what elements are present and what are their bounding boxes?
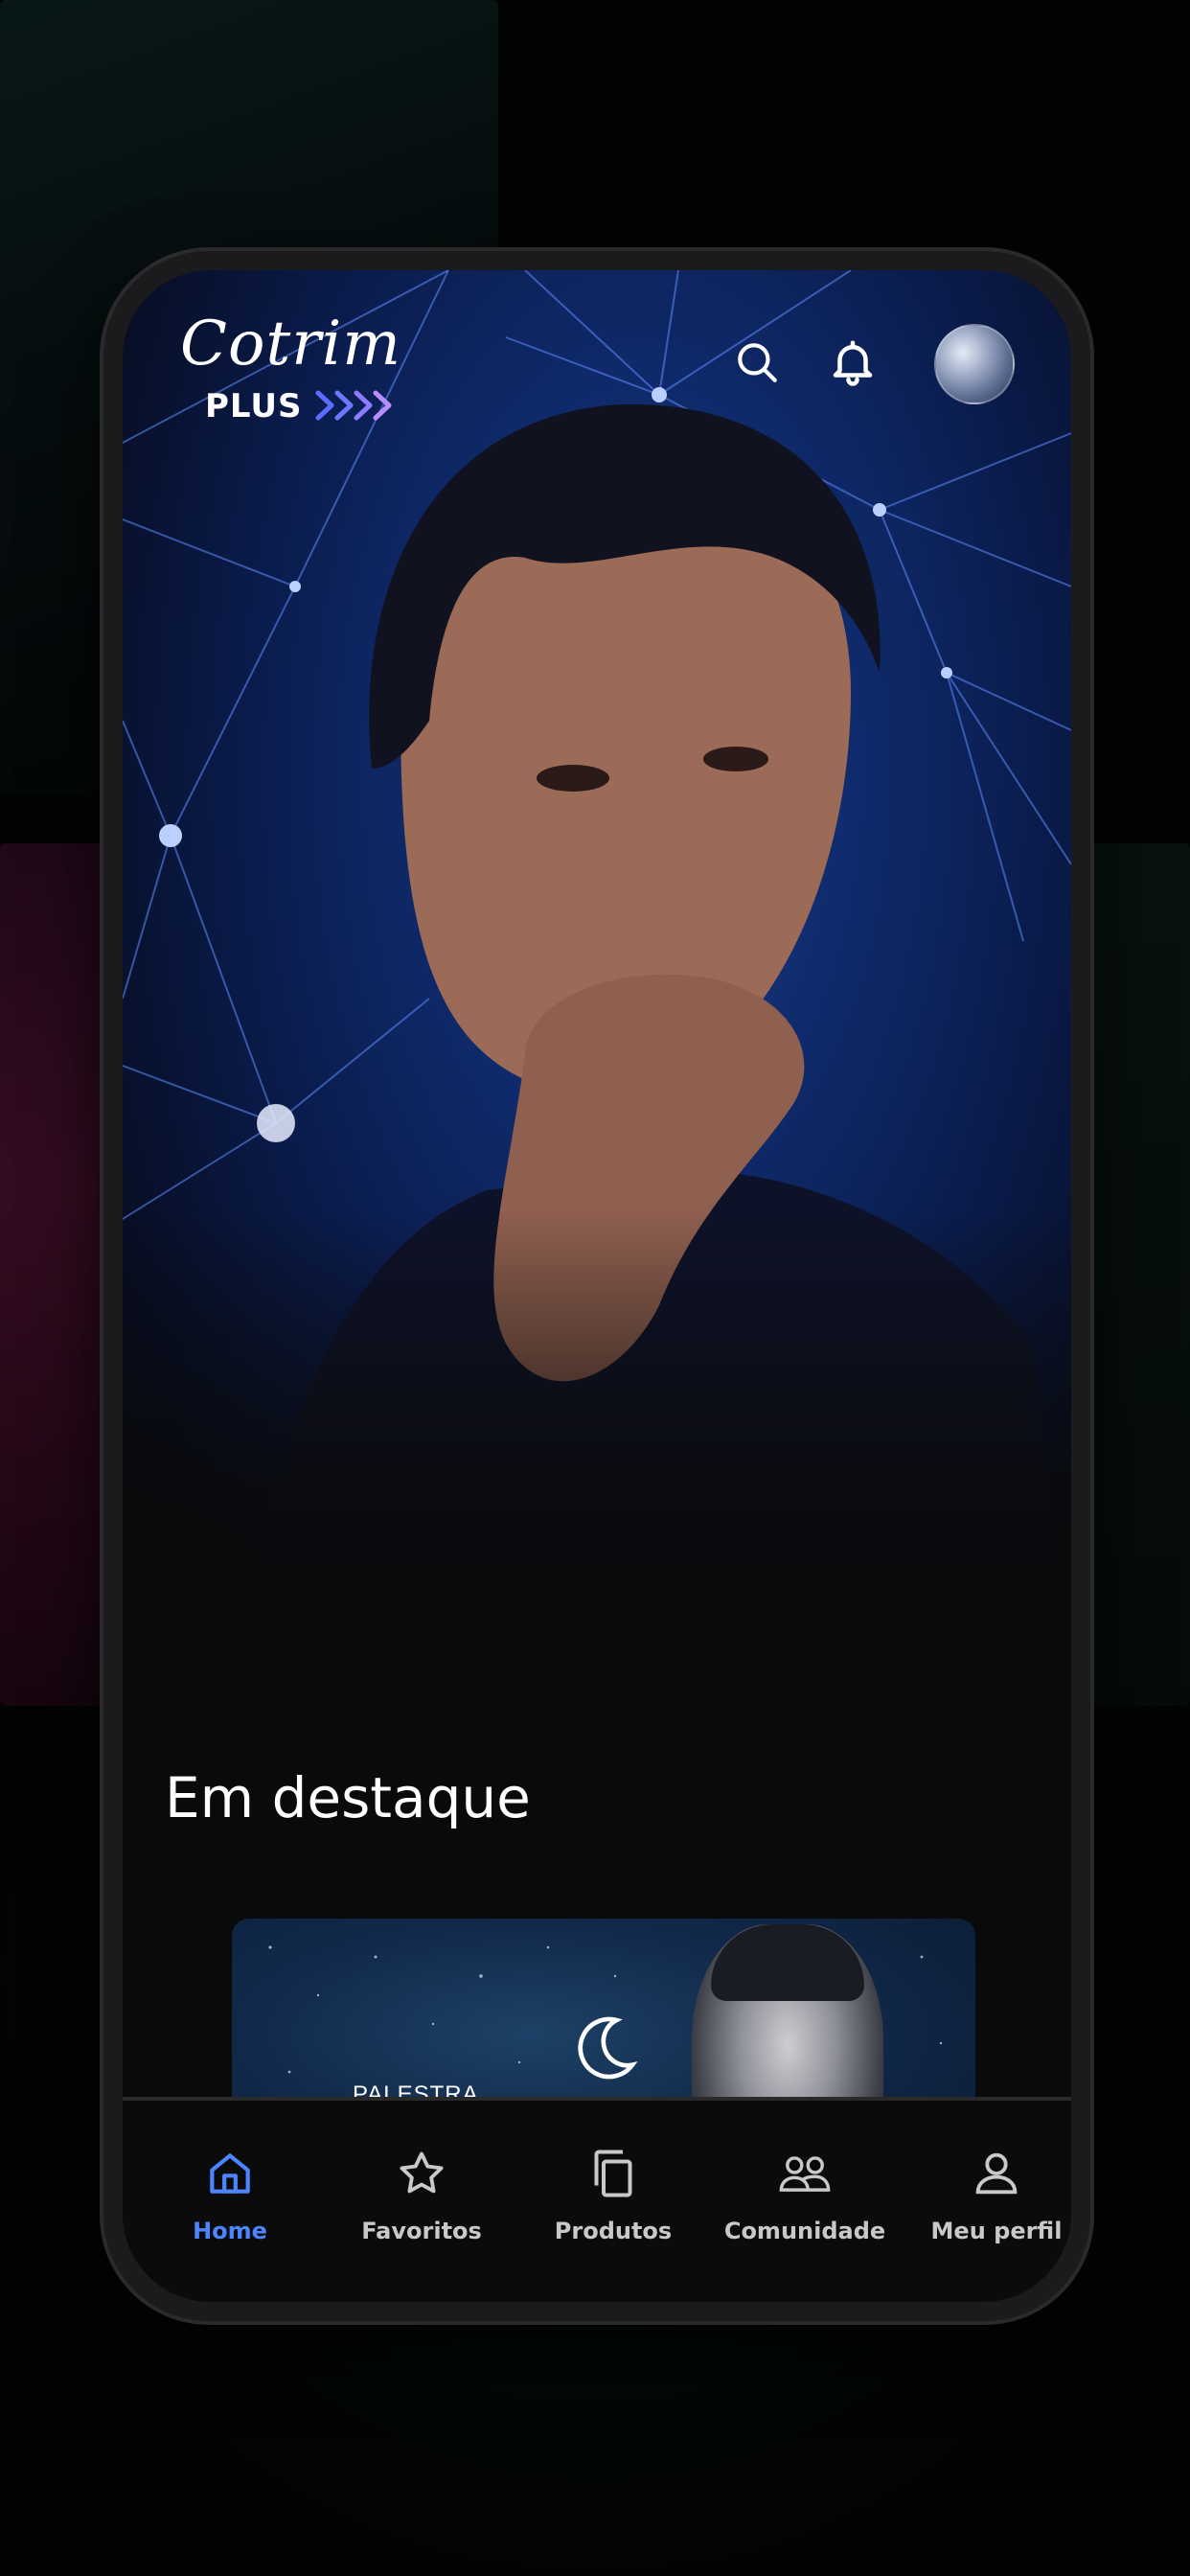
community-icon [776,2145,834,2202]
hero-banner[interactable] [123,270,1071,1708]
tab-meu-perfil[interactable]: Meu perfil [901,2145,1071,2269]
tab-label: Favoritos [361,2218,482,2244]
moon-icon [578,2016,638,2080]
chevrons-icon [315,390,392,421]
tab-label: Home [193,2218,267,2244]
phone-screen: Cotrim PLUS Em destaque PALESTRA Home Fa… [123,270,1071,2302]
logo-subtitle: PLUS [205,387,303,426]
phone-frame: Cotrim PLUS Em destaque PALESTRA Home Fa… [103,251,1090,2321]
tab-label: Comunidade [723,2218,886,2244]
notifications-button[interactable] [818,328,887,397]
section-title: Em destaque [165,1765,531,1830]
tab-label: Meu perfil [930,2218,1063,2244]
hero-fade-overlay [123,1209,1071,1708]
home-icon [201,2145,259,2202]
star-icon [393,2145,450,2202]
tab-home[interactable]: Home [134,2145,326,2269]
tab-comunidade[interactable]: Comunidade [709,2145,901,2269]
bottom-tab-bar: Home Favoritos Produtos Comunidade Meu p… [123,2097,1071,2302]
search-button[interactable] [722,328,791,397]
speaker-hair [711,1924,864,2001]
app-logo[interactable]: Cotrim PLUS [180,309,420,433]
copy-icon [584,2145,642,2202]
avatar[interactable] [934,324,1015,404]
person-icon [968,2145,1025,2202]
tab-favoritos[interactable]: Favoritos [326,2145,517,2269]
tab-label: Produtos [554,2218,673,2244]
tab-produtos[interactable]: Produtos [517,2145,709,2269]
logo-wordmark: Cotrim [180,309,401,380]
bell-icon [833,340,873,386]
search-icon [738,343,777,382]
